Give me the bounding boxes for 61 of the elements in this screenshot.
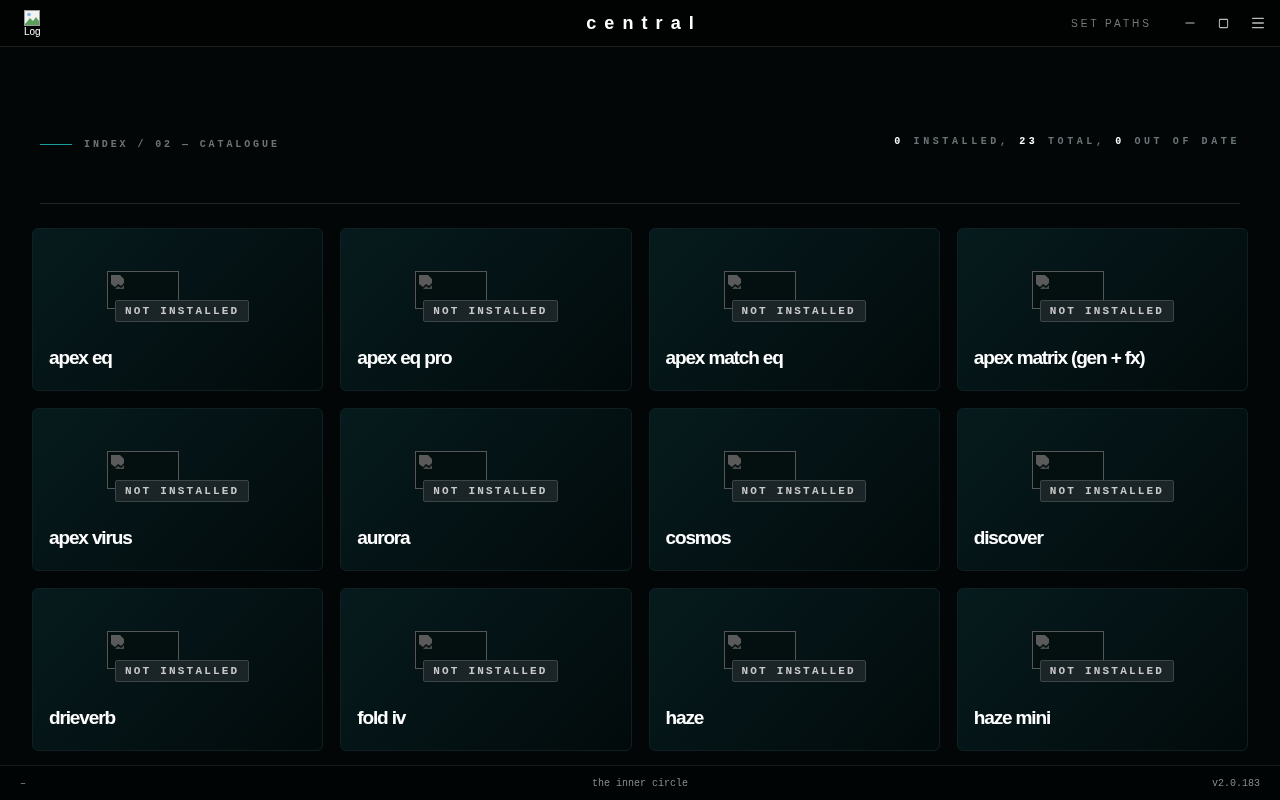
version-label: v2.0.183 — [1212, 776, 1260, 791]
broken-image-icon — [110, 454, 126, 470]
plugin-name: haze — [665, 707, 705, 729]
status-badge: NOT INSTALLED — [731, 300, 866, 322]
plugin-name: discover — [973, 527, 1045, 549]
maximize-icon — [1218, 17, 1230, 29]
plugin-name: fold iv — [357, 707, 407, 729]
broken-image-icon — [418, 634, 435, 650]
status-badge: NOT INSTALLED — [423, 300, 558, 322]
breadcrumb: INDEX / 02 — CATALOGUE — [84, 137, 280, 152]
plugin-card[interactable]: NOT INSTALLED apex virus — [32, 408, 324, 571]
plugin-card[interactable]: NOT INSTALLED cosmos — [648, 408, 940, 571]
logo-alt-text: Log — [24, 26, 41, 37]
plugin-name: cosmos — [665, 527, 732, 549]
plugin-card[interactable]: NOT INSTALLED fold iv — [340, 588, 632, 751]
accent-line — [40, 143, 72, 145]
menu-button[interactable] — [1250, 15, 1266, 31]
plugin-card[interactable]: NOT INSTALLED apex eq — [32, 228, 324, 391]
plugin-name: apex virus — [49, 527, 133, 549]
broken-image-icon — [1034, 454, 1051, 470]
broken-image-icon — [726, 274, 743, 290]
broken-image-icon — [726, 454, 743, 470]
plugin-card[interactable]: NOT INSTALLED apex match eq — [648, 228, 940, 391]
broken-image-icon — [110, 634, 126, 650]
status-badge: NOT INSTALLED — [115, 300, 250, 322]
plugin-card[interactable]: NOT INSTALLED haze — [648, 588, 940, 751]
app-title: central — [585, 11, 702, 35]
plugin-card[interactable]: NOT INSTALLED apex matrix (gen + fx) — [956, 228, 1248, 391]
plugin-name: apex matrix (gen + fx) — [973, 347, 1146, 369]
plugin-card[interactable]: NOT INSTALLED haze mini — [956, 588, 1248, 751]
install-summary: 0 INSTALLED, 23 TOTAL, 0 OUT OF DATE — [894, 134, 1240, 149]
broken-image-icon — [418, 274, 435, 290]
menu-icon — [1250, 15, 1266, 31]
footer-tagline: the inner circle — [592, 776, 688, 791]
status-badge: NOT INSTALLED — [423, 660, 558, 682]
plugin-name: apex eq — [49, 347, 113, 369]
status-badge: NOT INSTALLED — [1039, 480, 1175, 502]
broken-image-icon — [110, 274, 126, 290]
status-badge: NOT INSTALLED — [115, 480, 250, 502]
status-badge: NOT INSTALLED — [115, 660, 250, 682]
set-paths-button[interactable]: SET PATHS — [1071, 15, 1152, 31]
status-badge: NOT INSTALLED — [1039, 300, 1175, 322]
plugin-name: drieverb — [49, 707, 117, 729]
plugin-name: haze mini — [973, 707, 1052, 729]
plugin-card[interactable]: NOT INSTALLED drieverb — [32, 588, 324, 751]
status-badge: NOT INSTALLED — [731, 660, 866, 682]
status-badge: NOT INSTALLED — [731, 480, 866, 502]
plugin-name: apex eq pro — [357, 347, 453, 369]
plugin-card[interactable]: NOT INSTALLED discover — [956, 408, 1248, 571]
plugin-card[interactable]: NOT INSTALLED apex eq pro — [340, 228, 632, 391]
broken-image-icon — [1034, 274, 1051, 290]
footer-dash: – — [20, 776, 26, 791]
broken-image-icon — [418, 454, 435, 470]
status-badge: NOT INSTALLED — [423, 480, 558, 502]
image-icon — [24, 9, 40, 26]
plugin-name: aurora — [357, 527, 412, 549]
broken-image-icon — [726, 634, 743, 650]
plugin-card[interactable]: NOT INSTALLED aurora — [340, 408, 632, 571]
status-badge: NOT INSTALLED — [1039, 660, 1175, 682]
broken-image-icon — [1034, 634, 1051, 650]
plugin-name: apex match eq — [665, 347, 784, 369]
